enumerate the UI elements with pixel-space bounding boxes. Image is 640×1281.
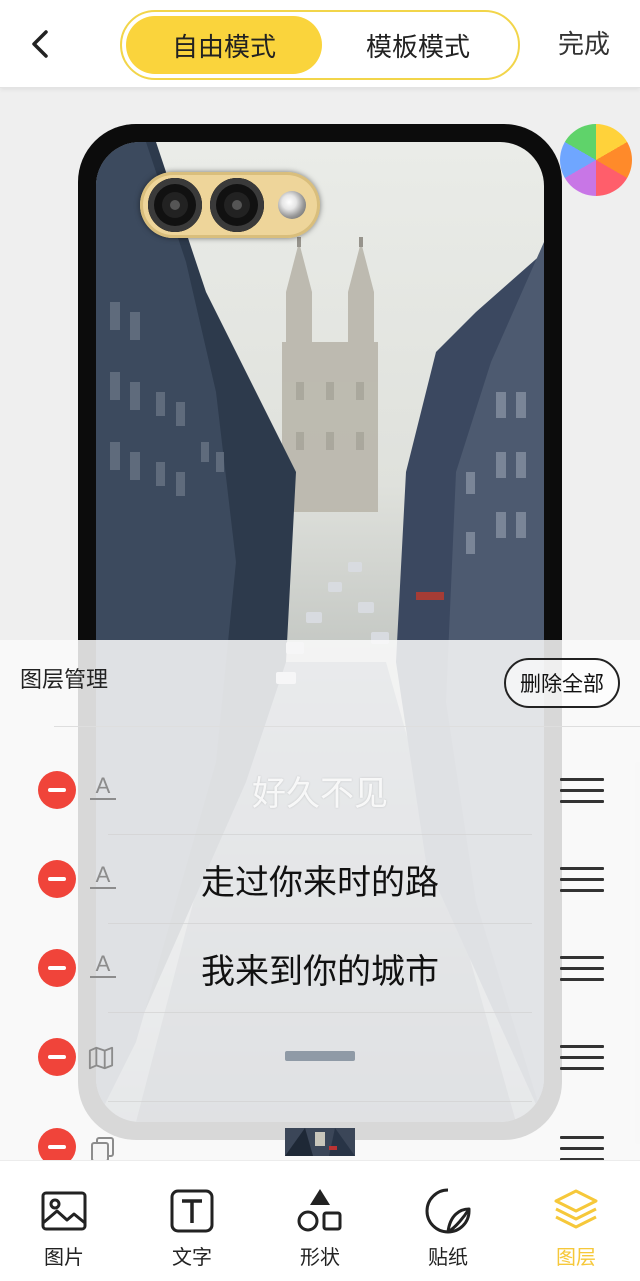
remove-layer-button[interactable] bbox=[38, 1128, 76, 1160]
remove-layer-button[interactable] bbox=[38, 771, 76, 809]
image-thumbnail bbox=[285, 1128, 355, 1156]
nav-item-layers[interactable]: 图层 bbox=[512, 1161, 640, 1281]
layer-preview-text: 好久不见 bbox=[252, 774, 388, 814]
back-arrow-icon bbox=[32, 30, 48, 58]
drag-handle-icon[interactable] bbox=[560, 1136, 604, 1160]
remove-layer-button[interactable] bbox=[38, 860, 76, 898]
text-layer-icon: A bbox=[90, 863, 116, 889]
image-icon bbox=[41, 1191, 87, 1231]
drag-handle-icon[interactable] bbox=[560, 867, 604, 893]
delete-all-button[interactable]: 删除全部 bbox=[504, 658, 620, 708]
layer-row[interactable]: A 我来到你的城市 bbox=[0, 924, 640, 1013]
nav-label: 图片 bbox=[44, 1245, 84, 1269]
text-icon bbox=[170, 1189, 214, 1233]
divider bbox=[54, 726, 640, 727]
sticker-icon bbox=[425, 1188, 471, 1234]
remove-layer-button[interactable] bbox=[38, 949, 76, 987]
tab-template-mode[interactable]: 模板模式 bbox=[320, 16, 516, 74]
copy-icon bbox=[91, 1137, 114, 1160]
drag-handle-icon[interactable] bbox=[560, 956, 604, 982]
nav-item-image[interactable]: 图片 bbox=[0, 1161, 128, 1281]
camera-lens-icon bbox=[148, 178, 202, 232]
sticker-thumbnail bbox=[285, 1051, 355, 1061]
layer-row[interactable] bbox=[0, 1112, 640, 1160]
remove-layer-button[interactable] bbox=[38, 1038, 76, 1076]
layer-row[interactable]: A 走过你来时的路 bbox=[0, 835, 640, 924]
divider bbox=[108, 1101, 532, 1102]
mode-switcher: 自由模式 模板模式 bbox=[120, 10, 520, 80]
nav-item-text[interactable]: 文字 bbox=[128, 1161, 256, 1281]
map-icon bbox=[88, 1046, 114, 1070]
done-button[interactable]: 完成 bbox=[558, 24, 610, 61]
camera-module bbox=[140, 172, 320, 238]
layer-management-panel: 图层管理 删除全部 A 好久不见 A 走过你来时的路 A 我来到你的城市 bbox=[0, 640, 640, 1160]
panel-title: 图层管理 bbox=[20, 668, 109, 693]
text-layer-icon: A bbox=[90, 952, 116, 978]
top-bar: 自由模式 模板模式 完成 bbox=[0, 0, 640, 88]
drag-handle-icon[interactable] bbox=[560, 1045, 604, 1071]
color-wheel-icon[interactable] bbox=[560, 124, 632, 196]
flash-icon bbox=[278, 191, 306, 219]
layer-preview-text: 我来到你的城市 bbox=[201, 952, 439, 992]
back-button[interactable] bbox=[18, 20, 62, 68]
layer-row[interactable] bbox=[0, 1013, 640, 1102]
bottom-toolbar: 图片 文字 形状 贴纸 图层 bbox=[0, 1160, 640, 1281]
drag-handle-icon[interactable] bbox=[560, 778, 604, 804]
layers-icon bbox=[554, 1189, 598, 1229]
nav-label: 形状 bbox=[300, 1245, 340, 1269]
camera-lens-icon bbox=[210, 178, 264, 232]
nav-label: 文字 bbox=[172, 1245, 212, 1269]
nav-item-sticker[interactable]: 贴纸 bbox=[384, 1161, 512, 1281]
text-layer-icon: A bbox=[90, 774, 116, 800]
shapes-icon bbox=[297, 1189, 342, 1232]
nav-item-shapes[interactable]: 形状 bbox=[256, 1161, 384, 1281]
layer-row[interactable]: A 好久不见 bbox=[0, 746, 640, 835]
tab-free-mode[interactable]: 自由模式 bbox=[126, 16, 322, 74]
nav-label: 贴纸 bbox=[428, 1245, 468, 1269]
nav-label: 图层 bbox=[556, 1245, 596, 1269]
layer-preview-text: 走过你来时的路 bbox=[201, 863, 439, 903]
